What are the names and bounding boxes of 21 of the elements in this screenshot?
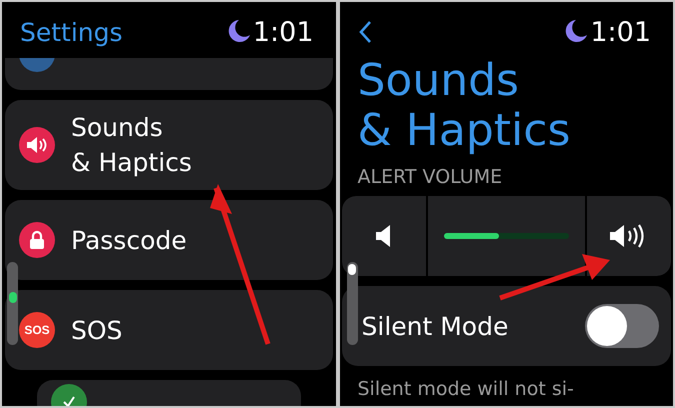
screen-title: Settings	[20, 18, 123, 46]
sos-icon: SOS	[19, 312, 55, 348]
clock-time: 1:01	[252, 16, 314, 48]
row-label: Passcode	[71, 224, 187, 256]
settings-row[interactable]: SOS SOS	[5, 290, 332, 370]
screen-title: Sounds & Haptics	[356, 56, 572, 156]
volume-down-button[interactable]	[342, 196, 426, 276]
toggle-switch[interactable]	[585, 304, 659, 348]
row-label: Sounds & Haptics	[71, 112, 192, 179]
back-icon[interactable]	[358, 20, 372, 44]
settings-row[interactable]	[5, 58, 332, 90]
description-text: Silent mode will not si-	[356, 377, 575, 400]
section-label: ALERT VOLUME	[356, 165, 504, 190]
clock-time: 1:01	[590, 16, 651, 48]
settings-row[interactable]: Passcode	[5, 200, 332, 280]
settings-row[interactable]: Sounds & Haptics	[5, 100, 332, 190]
row-label: SOS	[71, 314, 122, 346]
setting-label: Silent Mode	[362, 312, 508, 340]
speaker-icon	[374, 224, 392, 248]
volume-slider[interactable]	[444, 233, 569, 239]
volume-up-button[interactable]	[587, 196, 671, 276]
